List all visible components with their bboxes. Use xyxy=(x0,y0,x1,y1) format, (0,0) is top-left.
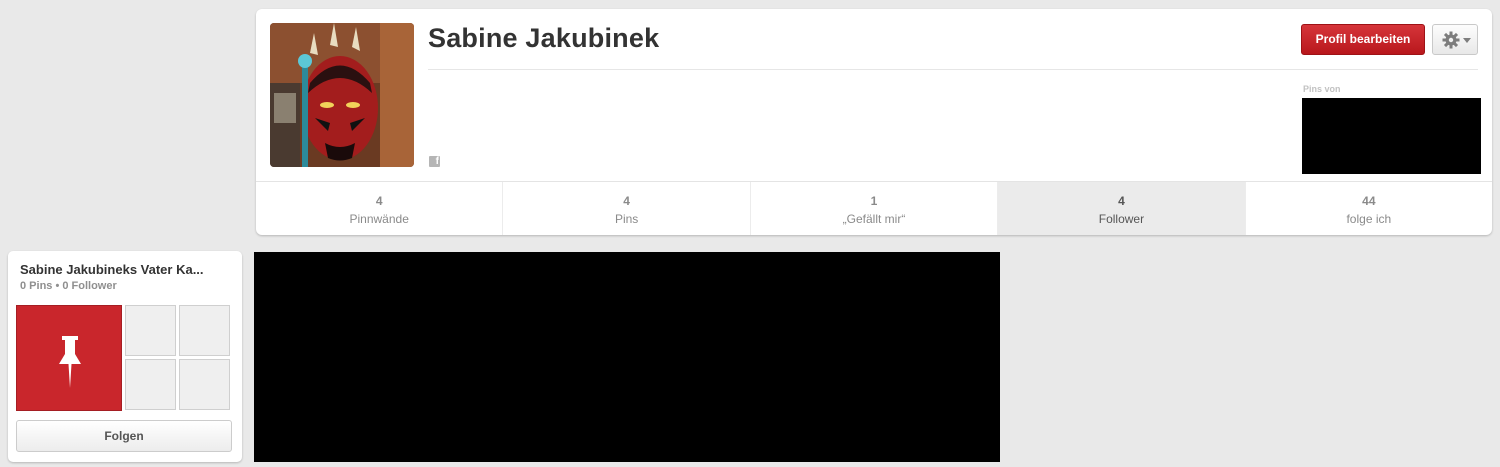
board-cover[interactable] xyxy=(16,305,122,411)
name-divider xyxy=(428,69,1478,70)
stat-likes[interactable]: 1 „Gefällt mir“ xyxy=(751,182,999,235)
gear-icon xyxy=(1442,31,1460,49)
stat-followers[interactable]: 4 Follower xyxy=(998,182,1246,235)
profile-name: Sabine Jakubinek xyxy=(428,23,660,53)
stat-count: 4 xyxy=(375,194,383,208)
stat-label: Pins xyxy=(614,212,639,226)
edit-profile-button[interactable]: Profil bearbeiten xyxy=(1301,24,1425,55)
profile-avatar[interactable] xyxy=(270,23,414,167)
profile-header-card: Sabine Jakubinek f Profil bearbeiten Pin… xyxy=(256,9,1492,235)
stat-count: 44 xyxy=(1362,194,1376,208)
board-thumbnail[interactable] xyxy=(125,359,176,410)
avatar-image xyxy=(270,23,414,167)
stat-label: „Gefällt mir“ xyxy=(842,212,906,226)
board-thumbnail[interactable] xyxy=(179,359,230,410)
stat-count: 4 xyxy=(623,194,630,208)
board-thumbnail[interactable] xyxy=(179,305,230,356)
chevron-down-icon xyxy=(1463,38,1471,43)
pin-icon xyxy=(59,336,81,388)
stat-following[interactable]: 44 folge ich xyxy=(1246,182,1492,235)
stat-label: Pinnwände xyxy=(349,212,409,226)
board-title[interactable]: Sabine Jakubineks Vater Ka... xyxy=(20,262,232,277)
pins-from-preview[interactable] xyxy=(1302,98,1481,174)
board-thumbnail[interactable] xyxy=(125,305,176,356)
settings-button[interactable] xyxy=(1432,24,1478,55)
facebook-icon[interactable]: f xyxy=(429,156,440,167)
board-card[interactable]: Sabine Jakubineks Vater Ka... 0 Pins • 0… xyxy=(8,251,242,462)
redacted-content-area xyxy=(254,252,1000,462)
stat-label: Follower xyxy=(1098,212,1145,226)
pins-from-label: Pins von xyxy=(1303,84,1341,94)
board-meta: 0 Pins • 0 Follower xyxy=(20,280,117,292)
stat-label: folge ich xyxy=(1346,212,1392,226)
stat-count: 1 xyxy=(870,194,878,208)
stat-boards[interactable]: 4 Pinnwände xyxy=(256,182,504,235)
stat-count: 4 xyxy=(1118,194,1125,208)
stat-pins[interactable]: 4 Pins xyxy=(503,182,751,235)
profile-stats-bar: 4 Pinnwände 4 Pins 1 „Gefällt mir“ 4 Fol… xyxy=(256,181,1492,235)
follow-button[interactable]: Folgen xyxy=(16,420,232,452)
